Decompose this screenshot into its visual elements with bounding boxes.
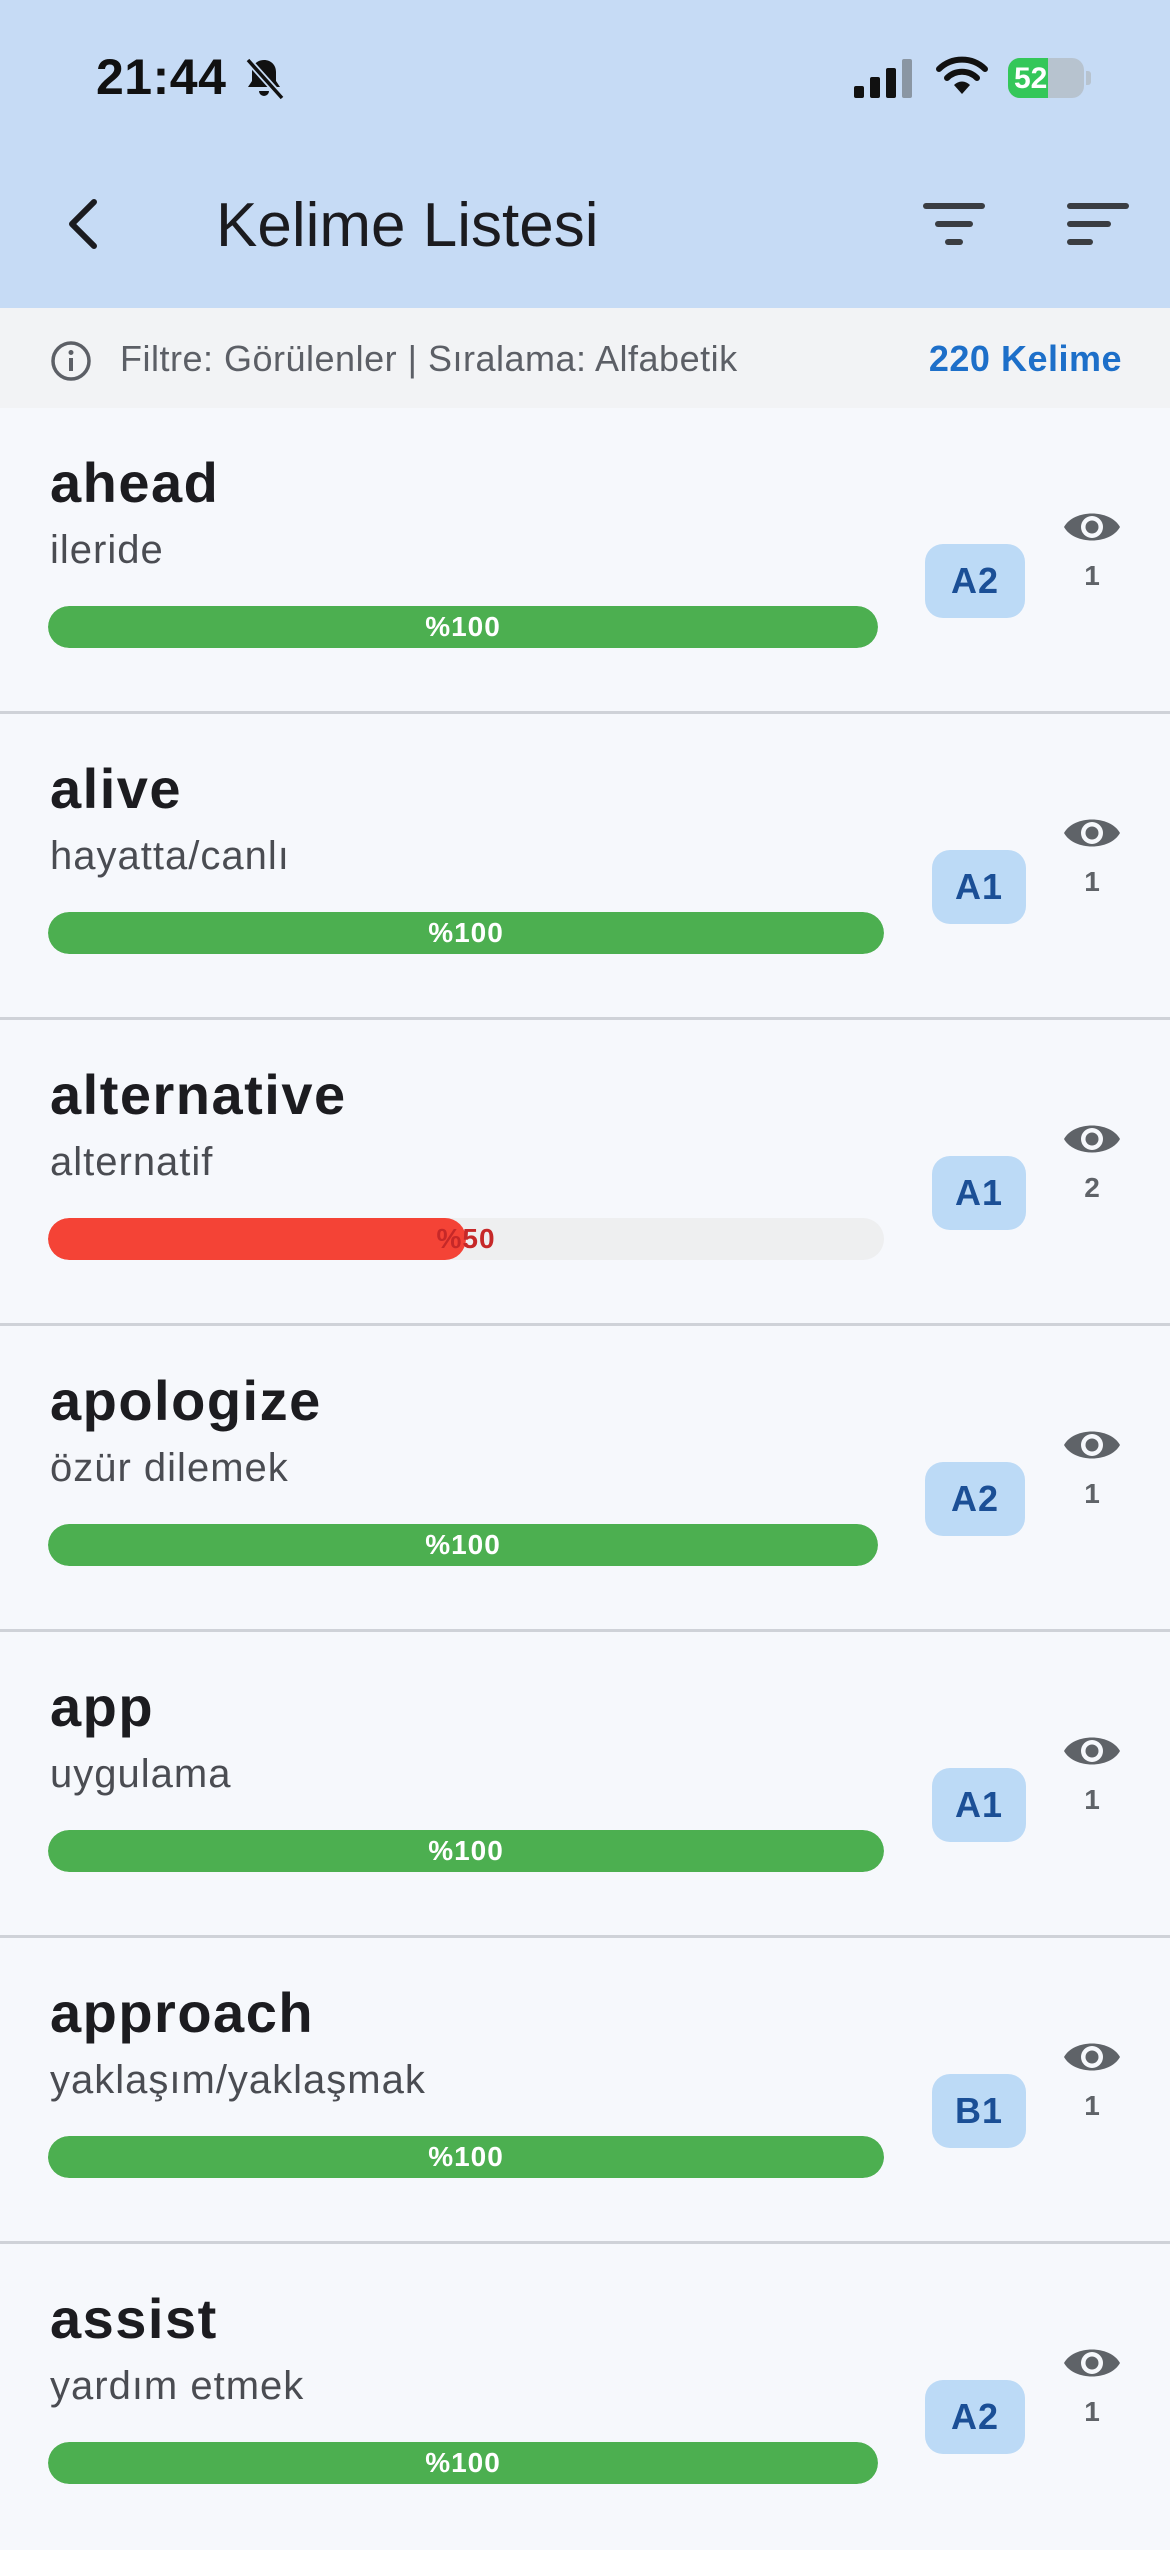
progress-bar: %100 bbox=[48, 2136, 884, 2178]
word-list-item[interactable]: alive hayatta/canlı %100 A1 1 bbox=[0, 714, 1170, 1020]
progress-label: %100 bbox=[425, 1529, 501, 1560]
progress-bar: %100 bbox=[48, 1524, 878, 1566]
view-count: 1 bbox=[1084, 1478, 1100, 1509]
cellular-signal-icon bbox=[854, 59, 912, 98]
word-meaning: hayatta/canlı bbox=[50, 834, 290, 878]
word-list-item[interactable]: approach yaklaşım/yaklaşmak %100 B1 1 bbox=[0, 1938, 1170, 2244]
word-text: ahead bbox=[50, 451, 220, 514]
progress-bar: %50 bbox=[48, 1218, 884, 1260]
wifi-icon bbox=[936, 56, 988, 94]
level-badge: B1 bbox=[932, 2074, 1026, 2148]
word-meaning: ileride bbox=[50, 528, 164, 572]
word-list-item[interactable]: alternative alternatif %50 A1 2 bbox=[0, 1020, 1170, 1326]
word-list-item[interactable]: assist yardım etmek %100 A2 1 bbox=[0, 2244, 1170, 2550]
bell-muted-icon bbox=[245, 57, 285, 101]
view-count: 1 bbox=[1084, 560, 1100, 591]
word-text: alive bbox=[50, 757, 183, 820]
info-icon bbox=[51, 341, 91, 381]
filter-sort-summary: Filtre: Görülenler | Sıralama: Alfabetik bbox=[120, 338, 738, 379]
progress-bar: %100 bbox=[48, 2442, 878, 2484]
progress-label: %100 bbox=[428, 2141, 504, 2172]
eye-icon bbox=[1064, 1125, 1120, 1153]
eye-icon bbox=[1064, 1431, 1120, 1459]
word-list: ahead ileride %100 A2 1 alive hayatta/ca… bbox=[0, 408, 1170, 2550]
word-text: alternative bbox=[50, 1063, 347, 1126]
view-count: 1 bbox=[1084, 866, 1100, 897]
level-badge: A1 bbox=[932, 1768, 1026, 1842]
eye-icon bbox=[1064, 819, 1120, 847]
word-meaning: uygulama bbox=[50, 1752, 232, 1796]
battery-level: 52 bbox=[1014, 62, 1048, 95]
back-button[interactable] bbox=[48, 188, 120, 260]
word-text: assist bbox=[50, 2287, 218, 2350]
level-badge: A2 bbox=[925, 544, 1025, 618]
view-count: 1 bbox=[1084, 1784, 1100, 1815]
word-meaning: özür dilemek bbox=[50, 1446, 289, 1490]
word-count: 220 Kelime bbox=[928, 338, 1122, 379]
eye-icon bbox=[1064, 1737, 1120, 1765]
view-count: 2 bbox=[1084, 1172, 1100, 1203]
word-meaning: yardım etmek bbox=[50, 2364, 305, 2408]
progress-bar: %100 bbox=[48, 912, 884, 954]
progress-label: %50 bbox=[436, 1223, 496, 1254]
view-count: 1 bbox=[1084, 2090, 1100, 2121]
battery-indicator: 52 bbox=[1008, 58, 1091, 98]
view-count: 1 bbox=[1084, 2396, 1100, 2427]
progress-label: %100 bbox=[428, 1835, 504, 1866]
word-text: apologize bbox=[50, 1369, 322, 1432]
progress-label: %100 bbox=[425, 611, 501, 642]
word-text: approach bbox=[50, 1981, 315, 2044]
eye-icon bbox=[1064, 2349, 1120, 2377]
word-meaning: alternatif bbox=[50, 1140, 214, 1184]
word-list-item[interactable]: app uygulama %100 A1 1 bbox=[0, 1632, 1170, 1938]
progress-label: %100 bbox=[425, 2447, 501, 2478]
eye-icon bbox=[1064, 513, 1120, 541]
level-badge: A1 bbox=[932, 1156, 1026, 1230]
level-badge: A1 bbox=[932, 850, 1026, 924]
sort-button[interactable] bbox=[1062, 196, 1134, 252]
progress-bar: %100 bbox=[48, 1830, 884, 1872]
level-badge: A2 bbox=[925, 2380, 1025, 2454]
page-title: Kelime Listesi bbox=[216, 191, 599, 260]
filter-info-bar: Filtre: Görülenler | Sıralama: Alfabetik… bbox=[0, 308, 1170, 408]
word-text: app bbox=[50, 1675, 155, 1738]
app-header: 21:44 52 Kelime Listesi bbox=[0, 0, 1170, 308]
word-list-item[interactable]: apologize özür dilemek %100 A2 1 bbox=[0, 1326, 1170, 1632]
eye-icon bbox=[1064, 2043, 1120, 2071]
word-meaning: yaklaşım/yaklaşmak bbox=[50, 2058, 426, 2102]
filter-button[interactable] bbox=[918, 196, 990, 252]
progress-bar: %100 bbox=[48, 606, 878, 648]
status-time: 21:44 bbox=[96, 49, 227, 105]
word-list-item[interactable]: ahead ileride %100 A2 1 bbox=[0, 408, 1170, 714]
progress-label: %100 bbox=[428, 917, 504, 948]
level-badge: A2 bbox=[925, 1462, 1025, 1536]
